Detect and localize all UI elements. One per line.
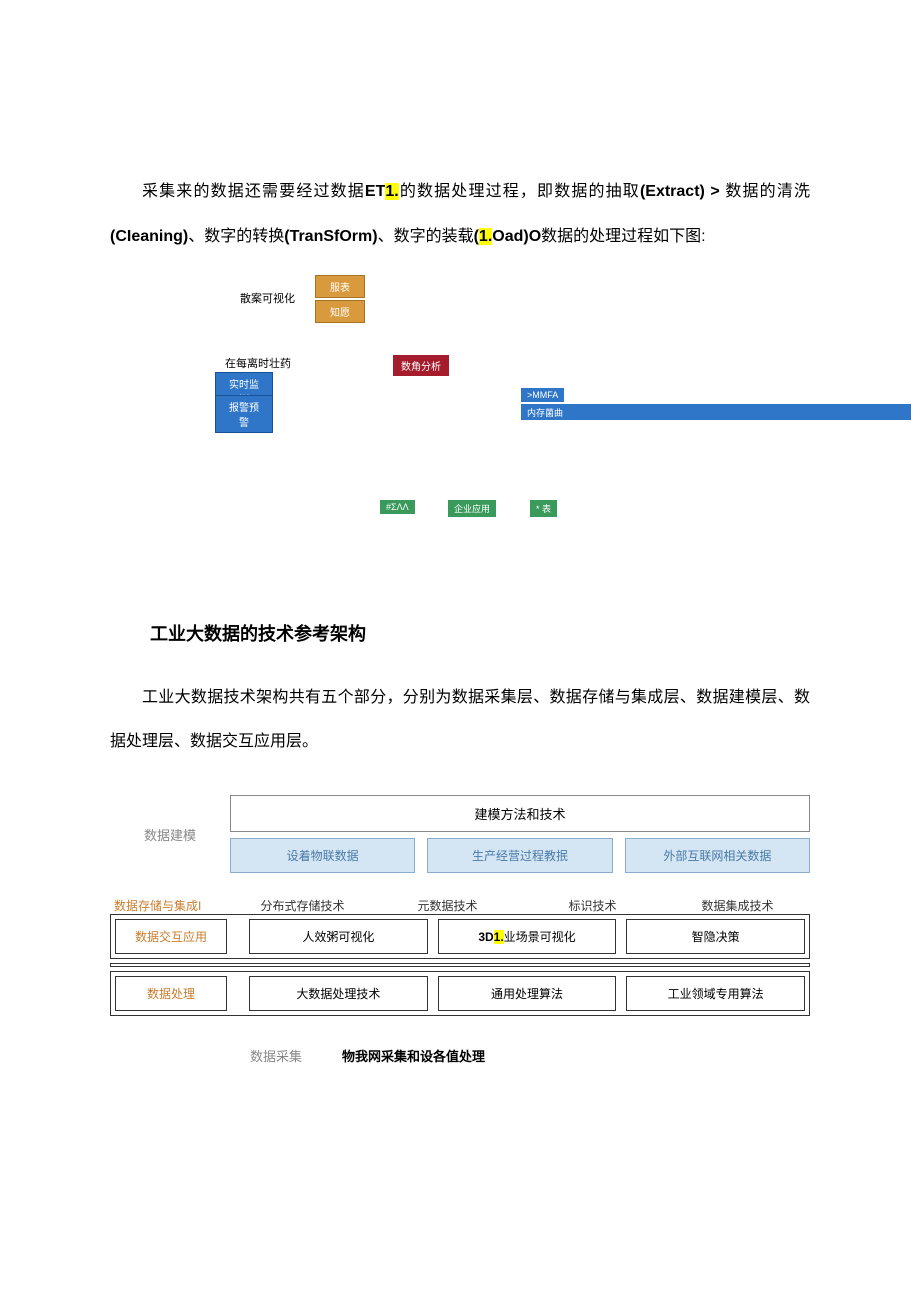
diagram-bar-memory: 内存菌曲 [521, 404, 911, 420]
box-iot-data: 设着物联数据 [230, 838, 415, 873]
text-bold: Oad)O [492, 228, 541, 245]
collection-row: 数据采集 物我网采集和设各值处理 [110, 1046, 810, 1065]
layer-label-interaction: 数据交互应用 [115, 919, 227, 954]
box-general-algo: 通用处理算法 [438, 976, 617, 1011]
layer-label-processing: 数据处理 [115, 976, 227, 1011]
interaction-row-container: 数据交互应用 人效粥可视化 3D1.业场景可视化 智隐决策 [110, 914, 810, 959]
separator-bar [110, 963, 810, 967]
box-industrial-algo: 工业领域专用算法 [626, 976, 805, 1011]
text-fragment: 采集来的数据还需要经过数据 [142, 183, 365, 200]
text-bold: (TranSfOrm) [284, 228, 377, 245]
layer-label-collection: 数据采集 [250, 1046, 302, 1065]
box-modeling-methods: 建模方法和技术 [230, 795, 810, 832]
paragraph-architecture: 工业大数据技术架构共有五个部分，分别为数据采集层、数据存储与集成层、数据建模层、… [110, 676, 810, 766]
paragraph-intro: 采集来的数据还需要经过数据ET1.的数据处理过程，即数据的抽取(Extract)… [110, 170, 810, 260]
header-identification: 标识技术 [520, 897, 665, 914]
diagram-box-report: 服表 [315, 275, 365, 298]
text-fragment: 、数字的装载 [378, 228, 474, 245]
text-fragment: 业场景可视化 [504, 930, 576, 944]
layer-label-storage: 数据存储与集成I [110, 897, 230, 914]
diagram-box-green-2: 企业应用 [448, 500, 496, 517]
processing-row-container: 数据处理 大数据处理技术 通用处理算法 工业领域专用算法 [110, 971, 810, 1016]
text-fragment: 数据的处理过程如下图: [541, 228, 705, 245]
diagram-box-green-3: * 表 [530, 500, 557, 517]
text-bold: (Extract) > [640, 183, 720, 200]
layer-label-modeling: 数据建模 [110, 795, 230, 873]
diagram-box-knowledge: 知愿 [315, 300, 365, 323]
header-metadata: 元数据技术 [375, 897, 520, 914]
header-distributed: 分布式存储技术 [230, 897, 375, 914]
text-fragment: 数据的清洗 [720, 183, 810, 200]
etl-process-diagram: 散案可视化 服表 知愿 在每离时壮药 实时监测 报警预警 数角分析 >MMFA … [110, 270, 810, 550]
diagram-box-alert: 报警预警 [215, 395, 273, 433]
box-smart-decision: 智隐决策 [626, 919, 805, 954]
box-external-data: 外部互联网相关数据 [625, 838, 810, 873]
diagram-box-analysis: 数角分析 [393, 355, 449, 376]
text-bold: (CIeaning) [110, 228, 188, 245]
diagram-box-mmea: >MMFA [521, 388, 564, 402]
architecture-diagram: 数据建模 建模方法和技术 设着物联数据 生产经营过程教抿 外部互联网相关数据 数… [110, 795, 810, 1065]
diagram-label-online: 在每离时壮药 [225, 355, 291, 371]
header-integration: 数据集成技术 [665, 897, 810, 914]
text-fragment: 3D [478, 930, 493, 944]
text-highlight: 1. [385, 183, 398, 200]
diagram-box-green-1: #ΣΛΛ [380, 500, 415, 514]
text-fragment: 、数字的转换 [188, 228, 284, 245]
diagram-label-visualization: 散案可视化 [240, 290, 295, 306]
box-production-data: 生产经营过程教抿 [427, 838, 612, 873]
box-iot-collection: 物我网采集和设各值处理 [342, 1046, 485, 1065]
text-highlight: 1. [479, 228, 492, 245]
section-heading-architecture: 工业大数据的技术参考架构 [150, 620, 810, 646]
box-visualization: 人效粥可视化 [249, 919, 428, 954]
text-fragment: 的数据处理过程，即数据的抽取 [399, 183, 640, 200]
storage-header-row: 数据存储与集成I 分布式存储技术 元数据技术 标识技术 数据集成技术 [110, 897, 810, 914]
text-highlight: 1. [494, 930, 504, 944]
box-3d-scene: 3D1.业场景可视化 [438, 919, 617, 954]
text-bold: ET [365, 183, 385, 200]
box-bigdata-tech: 大数据处理技术 [249, 976, 428, 1011]
